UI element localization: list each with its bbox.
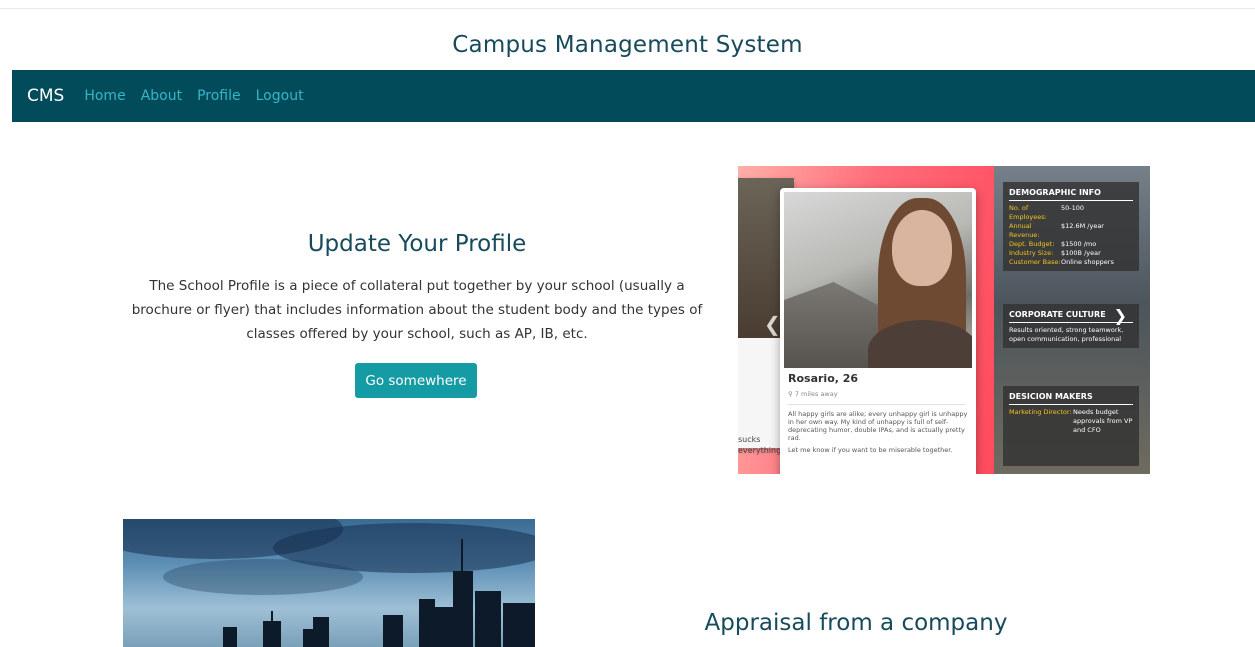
persona-name: Rosario, 26 — [788, 372, 859, 385]
demographic-panel: DEMOGRAPHIC INFO No. of Employees: 50-100… — [1003, 182, 1139, 271]
demographic-key: No. of Employees: — [1009, 204, 1047, 221]
persona-photo — [784, 192, 972, 368]
demographic-row: Dept. Budget: $1500 /mo — [1009, 240, 1133, 249]
decision-row: Marketing Director: Needs budget approval… — [1009, 408, 1133, 435]
persona-back-text-1: sucks — [738, 435, 761, 444]
top-divider — [0, 8, 1255, 9]
persona-photo-face — [892, 210, 952, 286]
decision-title: DESICION MAKERS — [1009, 392, 1133, 405]
site-title: Campus Management System — [452, 32, 803, 58]
decision-panel: DESICION MAKERS Marketing Director: Needs… — [1003, 386, 1139, 466]
profile-description: The School Profile is a piece of collate… — [131, 278, 703, 342]
persona-distance-text: 7 miles away — [794, 390, 838, 398]
city-skyline-image — [123, 519, 535, 647]
navbar-brand[interactable]: CMS — [27, 86, 64, 106]
appraisal-heading: Appraisal from a company — [704, 610, 1008, 636]
persona-bio-2: Let me know if you want to be miserable … — [788, 446, 953, 454]
demographic-key: Dept. Budget: — [1009, 240, 1055, 248]
demographic-row: Customer Base: Online shoppers — [1009, 258, 1133, 267]
persona-bio: All happy girls are alike; every unhappy… — [788, 410, 968, 442]
city-cloud — [163, 559, 363, 595]
persona-profile-card: Rosario, 26 ⚲ 7 miles away All happy gir… — [780, 188, 976, 474]
nav-link-profile[interactable]: Profile — [197, 88, 241, 104]
city-building — [503, 603, 535, 647]
demographic-row: Annual Revenue: $12.6M /year — [1009, 222, 1133, 240]
nav-link-logout[interactable]: Logout — [256, 88, 304, 104]
location-pin-icon: ⚲ — [788, 390, 793, 398]
profile-heading: Update Your Profile — [307, 231, 527, 257]
demographic-row: Industry Size: $100B /year — [1009, 249, 1133, 258]
demographic-key: Annual Revenue: — [1009, 222, 1040, 239]
city-building — [475, 591, 501, 647]
navbar: CMS Home About Profile Logout — [12, 70, 1255, 122]
city-building — [313, 617, 329, 647]
demographic-key: Industry Size: — [1009, 249, 1054, 257]
demographic-value: $12.6M /year — [1061, 222, 1104, 230]
demographic-row: No. of Employees: 50-100 — [1009, 204, 1133, 222]
chevron-left-icon: ❮ — [764, 312, 781, 336]
demographic-key: Customer Base: — [1009, 258, 1061, 266]
chevron-right-icon: ❯ — [1113, 306, 1127, 325]
city-building — [453, 571, 473, 647]
nav-link-home[interactable]: Home — [84, 88, 125, 104]
persona-card-divider — [788, 404, 966, 405]
persona-back-text-2: everything — [738, 446, 782, 455]
persona-distance: ⚲ 7 miles away — [788, 390, 838, 398]
city-spire — [271, 611, 273, 647]
city-building — [223, 627, 237, 647]
culture-text: Results oriented, strong teamwork, open … — [1009, 326, 1124, 343]
decision-value: Needs budget approvals from VP and CFO — [1073, 408, 1133, 434]
demographic-value: $1500 /mo — [1061, 240, 1097, 248]
demographic-value: 50-100 — [1061, 204, 1085, 212]
demographic-value: Online shoppers — [1061, 258, 1114, 266]
go-somewhere-button[interactable]: Go somewhere — [355, 363, 477, 398]
decision-key: Marketing Director: — [1009, 408, 1072, 416]
city-building — [383, 615, 403, 647]
persona-image: sucks everything ❮ Rosario, 26 ⚲ 7 miles… — [738, 166, 1150, 474]
culture-panel: ❯ CORPORATE CULTURE Results oriented, st… — [1003, 304, 1139, 348]
demographic-title: DEMOGRAPHIC INFO — [1009, 188, 1133, 201]
demographic-value: $100B /year — [1061, 249, 1101, 257]
city-spire — [461, 539, 463, 647]
nav-link-about[interactable]: About — [141, 88, 182, 104]
